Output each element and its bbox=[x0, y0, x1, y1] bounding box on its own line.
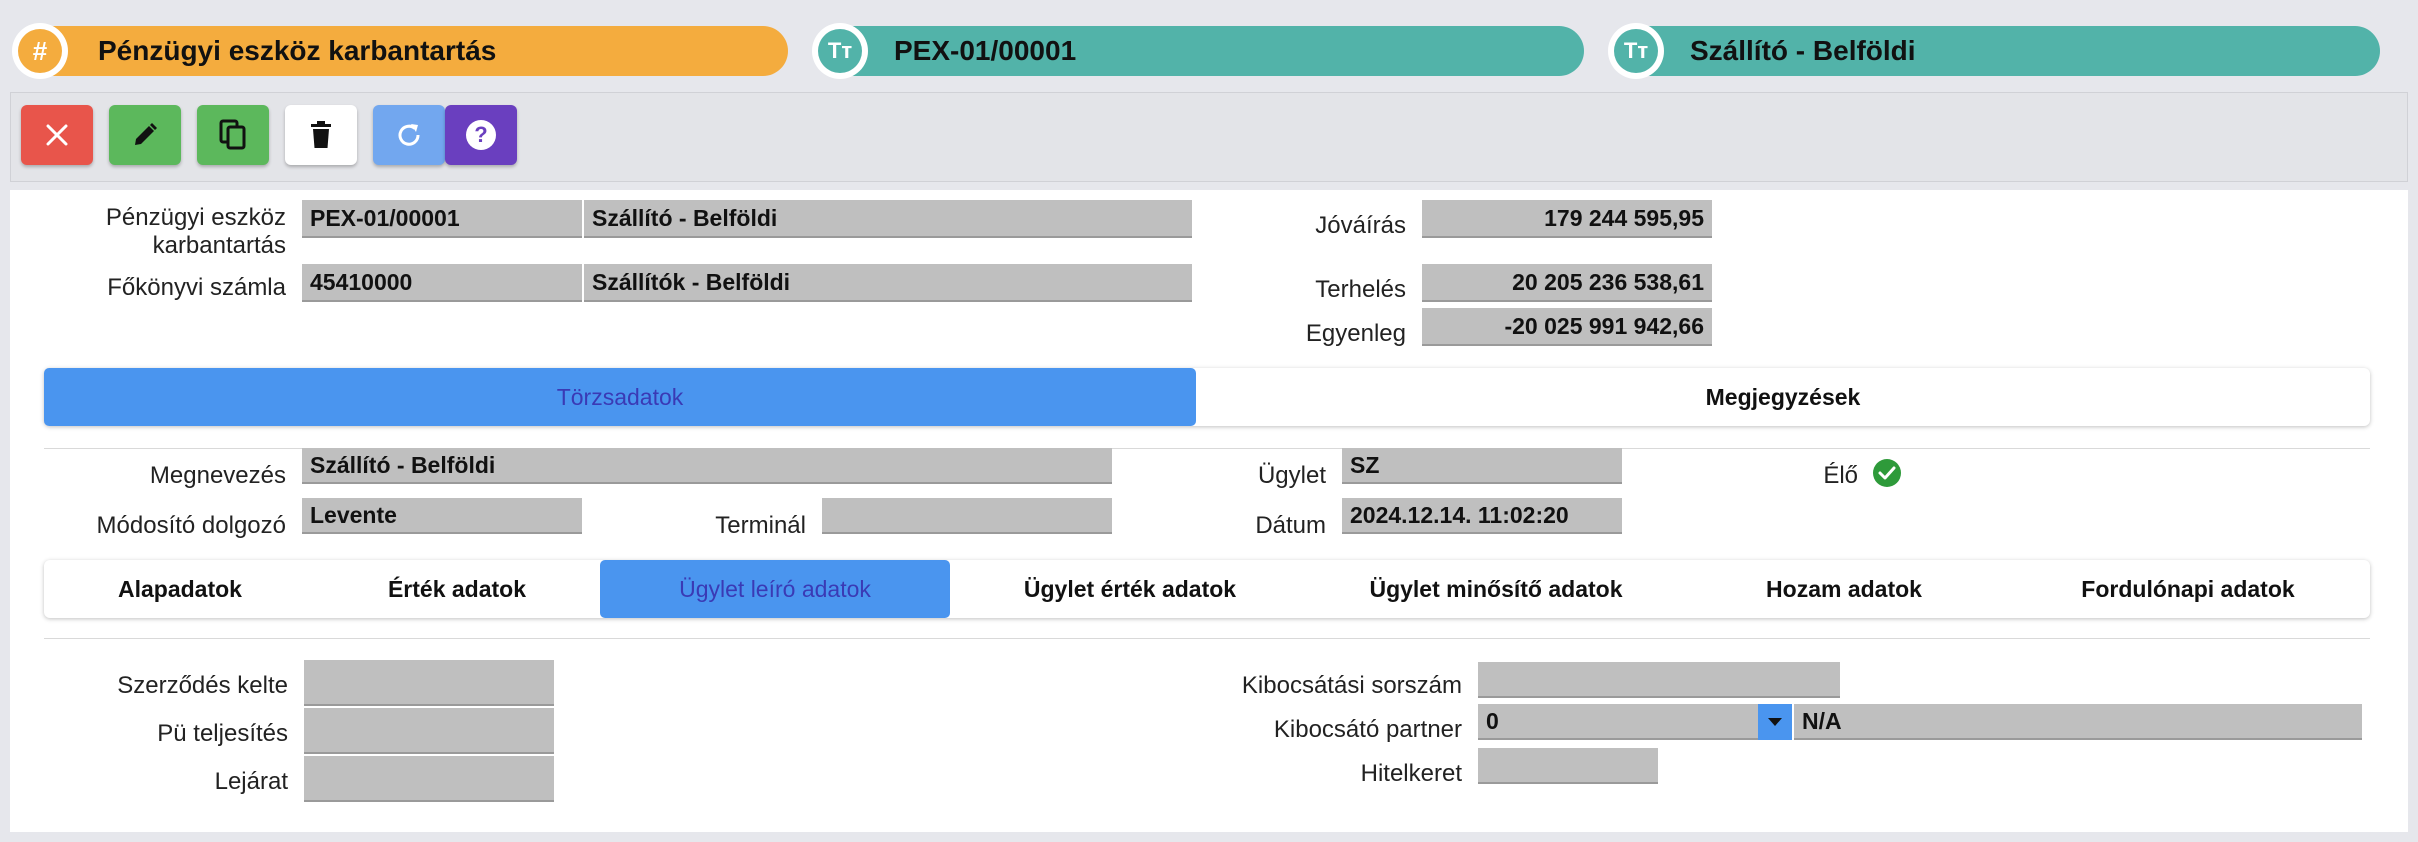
tab-deal-description[interactable]: Ügylet leíró adatok bbox=[600, 560, 950, 618]
refresh-button[interactable] bbox=[373, 105, 445, 165]
tab-master-data[interactable]: Törzsadatok bbox=[44, 368, 1196, 426]
issue-serial-label: Kibocsátási sorszám bbox=[1241, 672, 1462, 699]
deal-field[interactable]: SZ bbox=[1342, 448, 1622, 484]
chevron-down-icon bbox=[1768, 718, 1782, 726]
asset-code-field[interactable]: PEX-01/00001 bbox=[302, 200, 582, 238]
pencil-icon bbox=[135, 123, 157, 145]
refresh-icon bbox=[398, 124, 420, 146]
fulfillment-label: Pü teljesítés bbox=[157, 720, 288, 747]
check-circle-icon[interactable] bbox=[1872, 458, 1902, 488]
text-type-icon: Tт bbox=[818, 29, 862, 73]
help-button[interactable]: ? bbox=[445, 105, 517, 165]
question-icon: ? bbox=[466, 120, 496, 150]
hash-icon: # bbox=[18, 29, 62, 73]
balance-label: Egyenleg bbox=[1305, 320, 1406, 347]
balance-field[interactable]: -20 025 991 942,66 bbox=[1422, 308, 1712, 346]
terminal-label: Terminál bbox=[715, 512, 806, 539]
tab-deal-qualification[interactable]: Ügylet minősítő adatok bbox=[1310, 560, 1682, 618]
close-icon bbox=[46, 124, 68, 146]
copy-icon bbox=[219, 119, 246, 150]
issue-serial-field[interactable] bbox=[1478, 662, 1840, 698]
code-pill: Tт PEX-01/00001 bbox=[812, 23, 1584, 79]
credit-label: Jóváírás bbox=[1315, 212, 1406, 239]
trash-icon bbox=[311, 121, 331, 148]
asset-label: Pénzügyi eszköz karbantartás bbox=[105, 204, 286, 259]
deal-label: Ügylet bbox=[1257, 462, 1326, 489]
date-field[interactable]: 2024.12.14. 11:02:20 bbox=[1342, 498, 1622, 534]
debit-field[interactable]: 20 205 236 538,61 bbox=[1422, 264, 1712, 302]
name-field[interactable]: Szállító - Belföldi bbox=[302, 448, 1112, 484]
fulfillment-field[interactable] bbox=[304, 708, 554, 754]
tab-value-data[interactable]: Érték adatok bbox=[316, 560, 598, 618]
issuer-partner-label: Kibocsátó partner bbox=[1273, 716, 1462, 743]
divider bbox=[44, 638, 2370, 639]
asset-name-field[interactable]: Szállító - Belföldi bbox=[584, 200, 1192, 238]
close-button[interactable] bbox=[21, 105, 93, 165]
modifier-label: Módosító dolgozó bbox=[96, 512, 286, 539]
name-label: Megnevezés bbox=[149, 462, 286, 489]
date-label: Dátum bbox=[1255, 512, 1326, 539]
contract-date-label: Szerződés kelte bbox=[117, 672, 288, 699]
issuer-partner-dropdown[interactable] bbox=[1758, 704, 1792, 740]
alive-label: Élő bbox=[1823, 462, 1858, 489]
ledger-label: Főkönyvi számla bbox=[107, 274, 286, 301]
maturity-field[interactable] bbox=[304, 756, 554, 802]
page-title: Pénzügyi eszköz karbantartás bbox=[98, 35, 497, 66]
credit-line-field[interactable] bbox=[1478, 748, 1658, 784]
tab-yield-data[interactable]: Hozam adatok bbox=[1682, 560, 2006, 618]
modifier-field[interactable]: Levente bbox=[302, 498, 582, 534]
toolbar: ? bbox=[10, 92, 2408, 182]
maturity-label: Lejárat bbox=[214, 768, 288, 795]
name-pill: Tт Szállító - Belföldi bbox=[1608, 23, 2380, 79]
delete-button[interactable] bbox=[285, 105, 357, 165]
copy-button[interactable] bbox=[197, 105, 269, 165]
contract-date-field[interactable] bbox=[304, 660, 554, 706]
debit-label: Terhelés bbox=[1315, 276, 1406, 303]
title-pill: # Pénzügyi eszköz karbantartás bbox=[12, 23, 788, 79]
tab-basic-data[interactable]: Alapadatok bbox=[44, 560, 316, 618]
asset-code-title: PEX-01/00001 bbox=[894, 35, 1077, 66]
text-type-icon: Tт bbox=[1614, 29, 1658, 73]
credit-field[interactable]: 179 244 595,95 bbox=[1422, 200, 1712, 238]
terminal-field[interactable] bbox=[822, 498, 1112, 534]
main-tabs: Törzsadatok Megjegyzések bbox=[44, 368, 2370, 426]
edit-button[interactable] bbox=[109, 105, 181, 165]
issuer-partner-name-field[interactable]: N/A bbox=[1794, 704, 2362, 740]
asset-name-title: Szállító - Belföldi bbox=[1690, 35, 1916, 66]
tab-deal-value[interactable]: Ügylet érték adatok bbox=[950, 560, 1310, 618]
ledger-name-field[interactable]: Szállítók - Belföldi bbox=[584, 264, 1192, 302]
sub-tabs: Alapadatok Érték adatok Ügylet leíró ada… bbox=[44, 560, 2370, 618]
svg-text:?: ? bbox=[474, 122, 487, 147]
issuer-partner-code-field[interactable]: 0 bbox=[1478, 704, 1768, 740]
ledger-code-field[interactable]: 45410000 bbox=[302, 264, 582, 302]
tab-notes[interactable]: Megjegyzések bbox=[1196, 368, 2370, 426]
main-panel: Pénzügyi eszköz karbantartás PEX-01/0000… bbox=[10, 190, 2408, 832]
credit-line-label: Hitelkeret bbox=[1360, 760, 1462, 787]
tab-anniversary-data[interactable]: Fordulónapi adatok bbox=[2006, 560, 2370, 618]
